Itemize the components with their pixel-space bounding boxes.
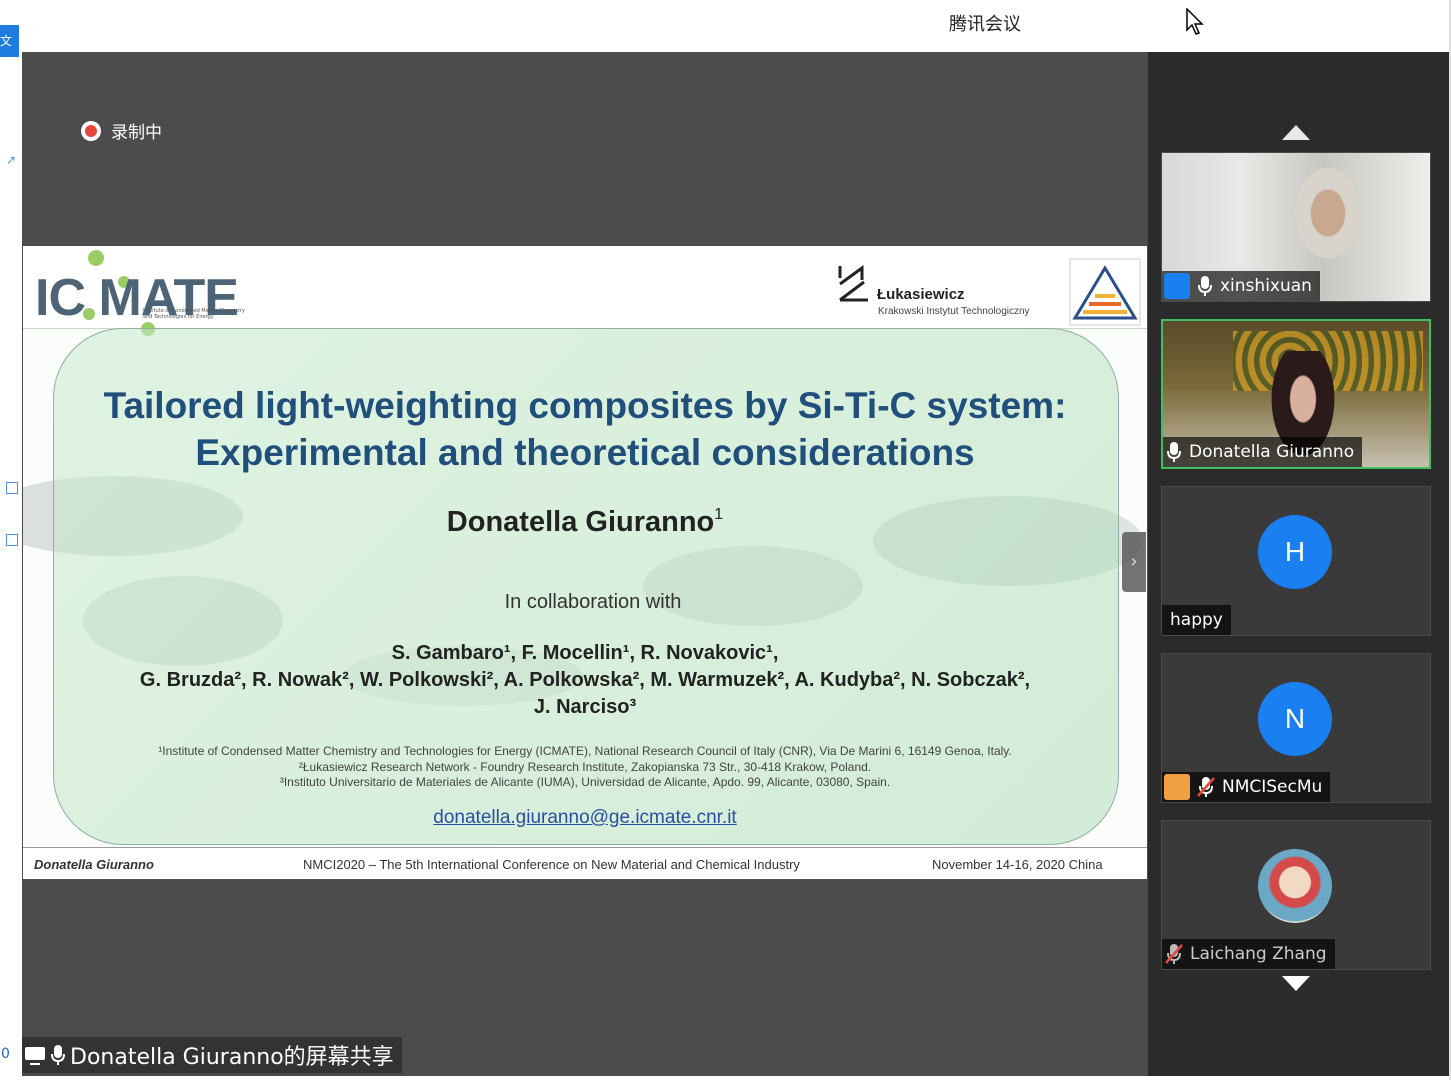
contact-email[interactable]: donatella.giuranno@ge.icmate.cnr.it	[23, 807, 1147, 829]
scroll-down-icon[interactable]	[1282, 976, 1310, 991]
participant-tile[interactable]: H happy	[1161, 486, 1431, 636]
affiliation-3: ³Instituto Universitario de Materiales d…	[279, 775, 891, 789]
screen-share-owner: Donatella Giuranno的屏幕共享	[70, 1045, 394, 1070]
mic-icon	[51, 1045, 65, 1065]
slide-title-line-1: Tailored light-weighting composites by S…	[103, 385, 1067, 426]
participant-name: xinshixuan	[1220, 276, 1312, 296]
background-arrow-icon: ↗	[6, 153, 17, 167]
collaboration-label: In collaboration with	[504, 591, 682, 613]
screen-share-label: Donatella Giuranno的屏幕共享	[22, 1037, 402, 1073]
participant-tile[interactable]: Laichang Zhang	[1161, 820, 1431, 970]
lukasiewicz-subtitle: Krakowski Instytut Technologiczny	[878, 306, 1030, 317]
title-bar: 腾讯会议	[0, 0, 1451, 52]
triangle-logo-icon	[1069, 258, 1141, 326]
participant-tile[interactable]: xinshixuan	[1161, 152, 1431, 302]
participant-name: happy	[1170, 610, 1223, 630]
avatar: H	[1258, 515, 1332, 589]
mouse-cursor-icon	[1186, 8, 1204, 35]
background-checkbox-icon	[6, 482, 18, 494]
participant-name: Laichang Zhang	[1190, 944, 1327, 964]
footer-author: Donatella Giuranno	[34, 857, 154, 872]
recording-indicator: 录制中	[81, 118, 162, 143]
participant-tile[interactable]: N NMCISecMu	[1161, 653, 1431, 803]
participant-name-bar: Donatella Giuranno	[1163, 437, 1363, 467]
coauthors-line-3: J. Narciso³	[533, 696, 637, 718]
participant-name-bar: xinshixuan	[1162, 271, 1320, 301]
mic-muted-icon	[1197, 777, 1215, 797]
participant-tile-active[interactable]: Donatella Giuranno	[1161, 319, 1431, 469]
participant-name-bar: happy	[1162, 605, 1231, 635]
mic-muted-icon	[1165, 944, 1183, 964]
scroll-up-icon[interactable]	[1282, 125, 1310, 140]
app-title: 腾讯会议	[949, 14, 1021, 35]
host-person-icon	[1164, 774, 1190, 800]
coauthors-line-2: G. Bruzda², R. Nowak², W. Polkowski², A.…	[139, 669, 1031, 691]
slide-title-line-2: Experimental and theoretical considerati…	[195, 432, 975, 473]
participant-name: NMCISecMu	[1222, 777, 1323, 797]
slide-footer: Donatella Giuranno NMCI2020 – The 5th In…	[23, 847, 1147, 879]
background-digit: 0	[1, 1046, 10, 1062]
mic-icon	[1167, 442, 1181, 462]
shared-screen-area: 录制中 IC MATE Institute of Condensed Matte…	[22, 52, 1148, 1076]
recording-label: 录制中	[111, 123, 162, 143]
avatar	[1258, 849, 1332, 923]
presentation-slide: IC MATE Institute of Condensed Matter Ch…	[23, 246, 1147, 879]
background-tab[interactable]: 文件	[0, 25, 19, 57]
next-slide-chevron-icon[interactable]: ›	[1122, 532, 1146, 592]
author-name: Donatella Giuranno	[446, 506, 715, 538]
background-window-strip: 文件 ↗ 0	[0, 0, 22, 1080]
screen-share-icon	[25, 1047, 45, 1065]
author-superscript: 1	[714, 506, 724, 523]
icmate-logo-subtitle: Institute of Condensed Matter Chemistry …	[143, 308, 245, 320]
lukasiewicz-name: Łukasiewicz	[877, 286, 965, 303]
footer-conference: NMCI2020 – The 5th International Confere…	[303, 857, 800, 872]
participant-name-bar: Laichang Zhang	[1162, 939, 1335, 969]
affiliation-2: ²Łukasiewicz Research Network - Foundry …	[298, 760, 872, 774]
participant-name-bar: NMCISecMu	[1162, 772, 1331, 802]
slide-author: Donatella Giuranno1	[23, 506, 1147, 539]
coauthors-line-1: S. Gambaro¹, F. Mocellin¹, R. Novakovic¹…	[391, 642, 779, 664]
record-icon	[81, 120, 101, 141]
lukasiewicz-logo-icon	[838, 265, 868, 302]
affiliation-1: ¹Institute of Condensed Matter Chemistry…	[158, 744, 1012, 758]
mic-icon	[1198, 276, 1212, 296]
avatar: N	[1258, 682, 1332, 756]
footer-date: November 14-16, 2020 China	[932, 857, 1103, 872]
host-person-icon	[1164, 273, 1190, 299]
slide-header: IC MATE Institute of Condensed Matter Ch…	[23, 246, 1147, 336]
logo-dot	[88, 250, 104, 266]
participant-name: Donatella Giuranno	[1189, 442, 1355, 462]
background-checkbox-icon	[6, 534, 18, 546]
